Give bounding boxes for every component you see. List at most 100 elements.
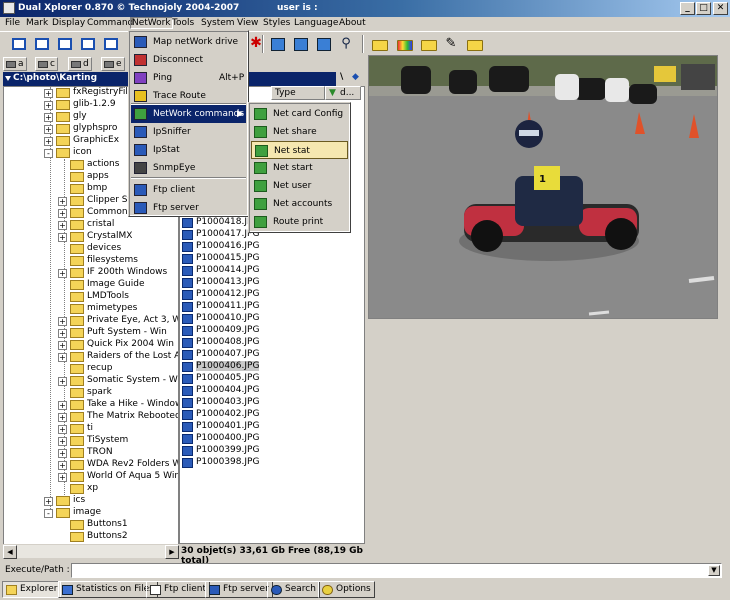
tree-item[interactable]: mimetypes	[4, 303, 178, 315]
tree-item[interactable]: spark	[4, 387, 178, 399]
tree-item[interactable]: + Raiders of the Lost Ark	[4, 351, 178, 363]
tree-item[interactable]: + Puft System - Win	[4, 327, 178, 339]
execute-dropdown-button[interactable]: ▼	[708, 565, 720, 576]
maximize-button[interactable]: □	[696, 2, 711, 15]
tab-search[interactable]: Search	[267, 581, 320, 598]
tree-item[interactable]: xp	[4, 483, 178, 495]
network-menu-item[interactable]: Ftp server	[131, 199, 246, 217]
tab-ftp-server[interactable]: Ftp server	[205, 581, 273, 598]
network-menu-item[interactable]: Ftp client	[131, 181, 246, 199]
panel-split-icon[interactable]	[31, 34, 51, 53]
expand-icon[interactable]: +	[58, 209, 67, 218]
tree-item[interactable]: LMDTools	[4, 291, 178, 303]
expand-icon[interactable]: +	[58, 197, 67, 206]
tree-item[interactable]: Image Guide	[4, 279, 178, 291]
drive-a-button[interactable]: a	[3, 57, 27, 71]
menu-language[interactable]: Language	[294, 18, 338, 28]
sort-backslash[interactable]: \	[340, 72, 343, 82]
expand-icon[interactable]: +	[58, 401, 67, 410]
column-type[interactable]: Type	[271, 86, 325, 100]
tree-item[interactable]: + Take a Hike - Window	[4, 399, 178, 411]
folder-icon[interactable]	[369, 34, 389, 53]
tree-item[interactable]: + cristal	[4, 219, 178, 231]
menu-display[interactable]: Display	[52, 18, 85, 28]
collapse-icon[interactable]: -	[44, 509, 53, 518]
network-submenu-item[interactable]: Net stat	[251, 141, 348, 159]
tree-item[interactable]: + CrystalMX	[4, 231, 178, 243]
expand-icon[interactable]: +	[58, 353, 67, 362]
expand-icon[interactable]: +	[58, 461, 67, 470]
tree-item[interactable]: + WDA Rev2 Folders W	[4, 459, 178, 471]
sync-icon[interactable]	[267, 34, 287, 53]
sort-icon[interactable]: ◆	[352, 72, 359, 82]
tab-ftp-client[interactable]: Ftp client	[146, 581, 210, 598]
scroll-left-button[interactable]: ◀	[3, 545, 17, 559]
network-submenu-item[interactable]: Net accounts	[251, 195, 348, 213]
app-icon[interactable]	[3, 2, 15, 14]
expand-icon[interactable]: +	[58, 233, 67, 242]
tree-item[interactable]: + World Of Aqua 5 Win	[4, 471, 178, 483]
column-date[interactable]: ▼ d...	[325, 86, 361, 100]
expand-icon[interactable]: +	[44, 89, 53, 98]
execute-input[interactable]: ▼	[71, 563, 722, 578]
network-submenu-item[interactable]: Net share	[251, 123, 348, 141]
tree-item[interactable]: + ti	[4, 423, 178, 435]
tree-item[interactable]: + Quick Pix 2004 Win	[4, 339, 178, 351]
expand-icon[interactable]: +	[58, 341, 67, 350]
menu-network[interactable]: NetWork	[130, 17, 173, 29]
menu-command[interactable]: Command	[87, 18, 133, 28]
tree-item[interactable]: + TRON	[4, 447, 178, 459]
tree-item[interactable]: + The Matrix Rebooted '	[4, 411, 178, 423]
tab-explorer[interactable]: Explorer	[2, 581, 62, 598]
expand-icon[interactable]: +	[44, 497, 53, 506]
network-submenu-item[interactable]: Net user	[251, 177, 348, 195]
network-menu-item[interactable]: Disconnect	[131, 51, 246, 69]
expand-icon[interactable]: +	[58, 221, 67, 230]
drive-e-button[interactable]: e	[101, 57, 125, 71]
network-submenu-item[interactable]: Net card Config	[251, 105, 348, 123]
tree-item[interactable]: recup	[4, 363, 178, 375]
folder-icon-3[interactable]	[464, 34, 484, 53]
tab-options[interactable]: Options	[318, 581, 375, 598]
menu-about[interactable]: About	[339, 18, 366, 28]
tree-item[interactable]: devices	[4, 243, 178, 255]
drive-c-button[interactable]: c	[35, 57, 58, 71]
image-view-icon[interactable]	[290, 34, 310, 53]
menu-mark[interactable]: Mark	[26, 18, 48, 28]
menu-tools[interactable]: Tools	[172, 18, 194, 28]
drive-d-button[interactable]: d	[68, 57, 92, 71]
scroll-right-button[interactable]: ▶	[165, 545, 179, 559]
close-button[interactable]: ✕	[713, 2, 728, 15]
network-menu-item[interactable]: IpSniffer	[131, 123, 246, 141]
tab-statistics[interactable]: Statistics on Files	[58, 581, 158, 598]
expand-icon[interactable]: +	[58, 449, 67, 458]
expand-icon[interactable]: +	[58, 269, 67, 278]
network-menu-item[interactable]: NetWork commands ▶	[131, 105, 246, 123]
tree-item[interactable]: + IF 200th Windows	[4, 267, 178, 279]
panel-single-icon[interactable]	[8, 34, 28, 53]
expand-icon[interactable]: +	[58, 317, 67, 326]
expand-icon[interactable]: +	[44, 101, 53, 110]
book-icon[interactable]	[313, 34, 333, 53]
expand-icon[interactable]: +	[58, 329, 67, 338]
tree-item[interactable]: Buttons1	[4, 519, 178, 531]
binoculars-icon[interactable]: ⚲	[336, 34, 356, 53]
menu-view[interactable]: View	[237, 18, 258, 28]
panel-view-icon[interactable]	[100, 34, 120, 53]
expand-icon[interactable]: +	[44, 113, 53, 122]
expand-icon[interactable]: +	[58, 425, 67, 434]
tree-item[interactable]: - image	[4, 507, 178, 519]
folder-icon-2[interactable]	[418, 34, 438, 53]
expand-icon[interactable]: +	[58, 437, 67, 446]
menu-file[interactable]: File	[5, 18, 20, 28]
expand-icon[interactable]: +	[58, 413, 67, 422]
tree-item[interactable]: filesystems	[4, 255, 178, 267]
expand-icon[interactable]: +	[44, 125, 53, 134]
menu-styles[interactable]: Styles	[263, 18, 290, 28]
minimize-button[interactable]: _	[680, 2, 695, 15]
tree-item[interactable]: + ics	[4, 495, 178, 507]
network-submenu-item[interactable]: Net start	[251, 159, 348, 177]
network-menu-item[interactable]: SnmpEye	[131, 159, 246, 177]
network-menu-item[interactable]: IpStat	[131, 141, 246, 159]
collapse-icon[interactable]: -	[44, 149, 53, 158]
